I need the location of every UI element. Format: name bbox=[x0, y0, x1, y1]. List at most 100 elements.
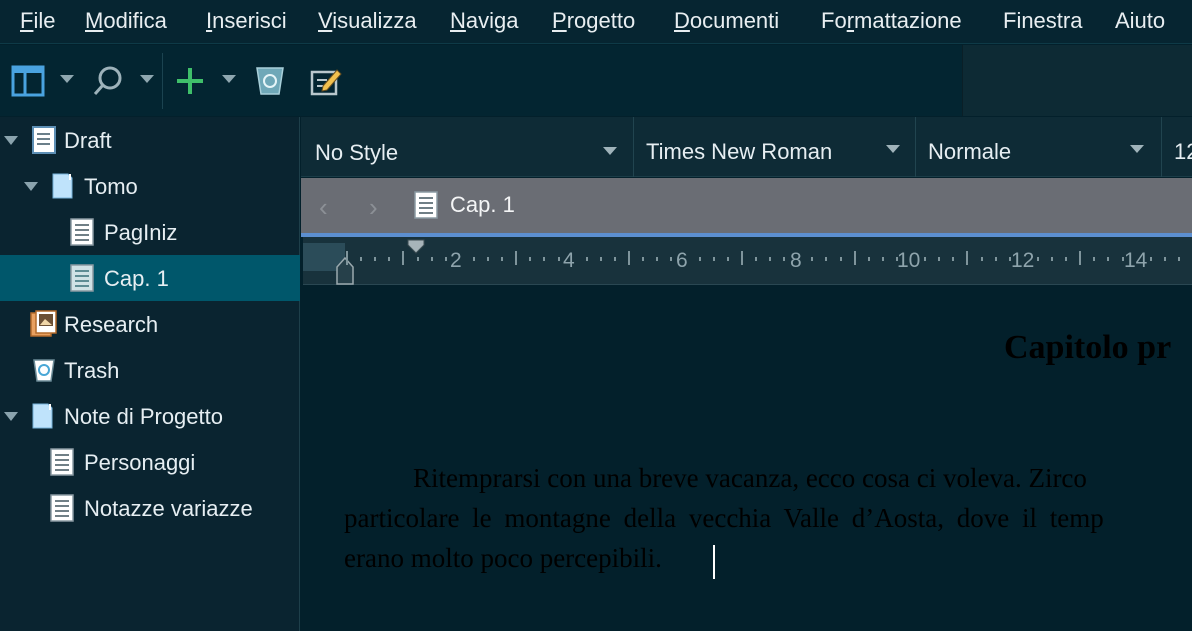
first-line-indent-marker[interactable] bbox=[407, 239, 425, 255]
ruler-tick bbox=[501, 257, 504, 261]
trash-icon bbox=[33, 359, 55, 382]
menu-documenti[interactable]: Documenti bbox=[674, 8, 779, 34]
document-icon bbox=[70, 218, 94, 246]
add-icon[interactable] bbox=[172, 63, 208, 99]
menu-file[interactable]: File bbox=[20, 8, 55, 34]
forward-arrow-icon[interactable]: › bbox=[369, 192, 378, 223]
ruler-tick bbox=[924, 257, 927, 261]
chevron-down-icon bbox=[886, 145, 900, 153]
editor-header-bar: ‹ › Cap. 1 bbox=[301, 178, 1192, 237]
binder-item-cap1[interactable]: Cap. 1 bbox=[0, 255, 300, 301]
ruler-tick bbox=[994, 257, 997, 261]
ruler-tick bbox=[557, 257, 560, 261]
ruler-tick bbox=[769, 257, 771, 261]
body-text-line: Ritemprarsi con una breve vacanza, ecco … bbox=[413, 463, 1087, 493]
binder-item-note-di-progetto[interactable]: Note di Progetto bbox=[0, 393, 300, 439]
format-bar: No Style Times New Roman Normale 12 bbox=[301, 117, 1192, 177]
menu-progetto[interactable]: Progetto bbox=[552, 8, 635, 34]
ruler-tick bbox=[881, 257, 884, 261]
ruler-tick bbox=[515, 251, 518, 265]
chapter-heading: Capitolo pr bbox=[1004, 329, 1172, 366]
ruler-tick bbox=[825, 257, 828, 261]
ruler-tick bbox=[656, 257, 659, 261]
disclosure-icon[interactable] bbox=[4, 412, 18, 421]
text-caret bbox=[713, 545, 715, 579]
ruler-tick bbox=[529, 257, 532, 261]
binder-item-label: Research bbox=[64, 312, 159, 337]
ruler-tick bbox=[346, 251, 348, 265]
menu-visualizza[interactable]: Visualizza bbox=[318, 8, 417, 34]
ruler: 2 4 6 8 10 12 14 bbox=[303, 237, 1192, 285]
add-dropdown-icon[interactable] bbox=[222, 75, 236, 83]
binder-item-notazze-variazze[interactable]: Notazze variazze bbox=[0, 485, 300, 531]
ruler-tick bbox=[783, 257, 786, 261]
binder-item-research[interactable]: Research bbox=[0, 301, 300, 347]
menu-finestra[interactable]: Finestra bbox=[1003, 8, 1082, 34]
trash-icon[interactable] bbox=[252, 63, 288, 99]
disclosure-icon[interactable] bbox=[4, 136, 18, 145]
toolbar-separator bbox=[162, 53, 163, 109]
binder-item-label: PagIniz bbox=[104, 220, 178, 245]
ruler-tick bbox=[1051, 257, 1053, 261]
font-size-select[interactable]: 12 bbox=[1162, 117, 1192, 177]
document-icon bbox=[414, 191, 438, 219]
ruler-label: 2 bbox=[450, 249, 462, 272]
menu-inserisci[interactable]: Inserisci bbox=[206, 8, 287, 34]
binder-item-trash[interactable]: Trash bbox=[0, 347, 300, 393]
ruler-tick bbox=[726, 257, 729, 261]
ruler-tick bbox=[698, 257, 701, 261]
ruler-tick bbox=[613, 257, 616, 261]
binder-item-paginiz[interactable]: PagIniz bbox=[0, 209, 300, 255]
font-family-select[interactable]: Times New Roman bbox=[634, 117, 916, 177]
ruler-tick bbox=[1149, 257, 1152, 261]
ruler-label: 8 bbox=[790, 249, 802, 272]
ruler-tick bbox=[444, 257, 447, 261]
left-indent-marker[interactable] bbox=[336, 257, 354, 285]
ruler-tick bbox=[1177, 257, 1180, 261]
ruler-tick bbox=[1036, 257, 1039, 261]
toolbar bbox=[0, 45, 1192, 116]
ruler-tick bbox=[867, 257, 870, 261]
search-icon[interactable] bbox=[90, 63, 126, 99]
ruler-tick bbox=[472, 257, 475, 261]
layout-icon[interactable] bbox=[10, 63, 46, 99]
ruler-tick bbox=[487, 257, 489, 261]
layout-dropdown-icon[interactable] bbox=[60, 75, 74, 83]
menu-formattazione[interactable]: Formattazione bbox=[821, 8, 962, 34]
font-size-value: 12 bbox=[1174, 139, 1192, 164]
back-arrow-icon[interactable]: ‹ bbox=[319, 192, 328, 223]
ruler-tick bbox=[1079, 251, 1082, 265]
binder-item-label: Trash bbox=[64, 358, 120, 383]
ruler-label: 6 bbox=[676, 249, 688, 272]
draft-icon bbox=[32, 126, 56, 154]
disclosure-icon[interactable] bbox=[24, 182, 38, 191]
binder-item-draft[interactable]: Draft bbox=[0, 117, 300, 163]
ruler-label: 14 bbox=[1124, 249, 1148, 272]
font-weight-select[interactable]: Normale bbox=[916, 117, 1162, 177]
menu-aiuto[interactable]: Aiuto bbox=[1115, 8, 1165, 34]
editor-area[interactable]: Capitolo pr Ritemprarsi con una breve va… bbox=[301, 285, 1192, 631]
paragraph-style-select[interactable]: No Style bbox=[301, 117, 634, 177]
menu-naviga[interactable]: Naviga bbox=[450, 8, 518, 34]
ruler-tick bbox=[811, 257, 814, 261]
edit-icon[interactable] bbox=[308, 63, 344, 99]
binder-item-label: Notazze variazze bbox=[84, 496, 253, 521]
binder-item-label: Note di Progetto bbox=[64, 404, 223, 429]
ruler-tick bbox=[642, 257, 645, 261]
paragraph-style-value: No Style bbox=[315, 140, 399, 165]
ruler-tick bbox=[980, 257, 983, 261]
ruler-tick bbox=[839, 257, 842, 261]
binder-item-tomo[interactable]: Tomo bbox=[0, 163, 300, 209]
font-weight-value: Normale bbox=[928, 139, 1012, 164]
search-dropdown-icon[interactable] bbox=[140, 75, 154, 83]
font-family-value: Times New Roman bbox=[646, 139, 833, 164]
binder-item-personaggi[interactable]: Personaggi bbox=[0, 439, 300, 485]
ruler-tick bbox=[430, 257, 433, 261]
ruler-label: 4 bbox=[563, 249, 575, 272]
menu-modifica[interactable]: Modifica bbox=[85, 8, 167, 34]
document-title: Cap. 1 bbox=[450, 192, 515, 217]
toolbar-right-panel bbox=[962, 45, 1192, 116]
ruler-tick bbox=[416, 257, 419, 261]
folder-doc-icon bbox=[32, 403, 53, 429]
ruler-tick bbox=[1163, 257, 1166, 261]
